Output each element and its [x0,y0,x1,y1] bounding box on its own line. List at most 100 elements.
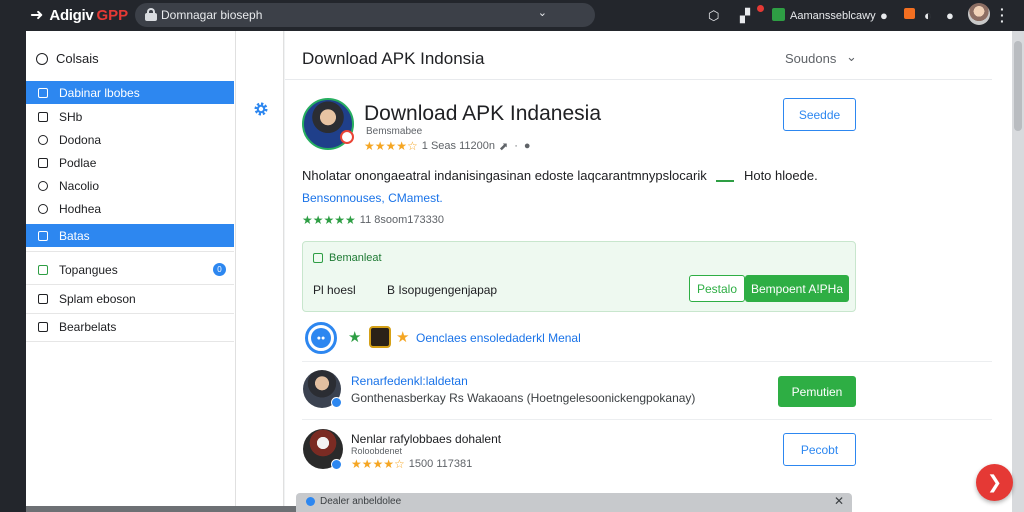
category-link[interactable]: Oenclaes ensoledaderkl Menal [416,331,581,345]
sidebar-item-0[interactable]: Dabinar lbobes [26,81,234,104]
user-icon [38,134,48,145]
gear-icon[interactable] [253,101,269,117]
user-avatar[interactable] [968,3,990,25]
chart-icon: ⬈ [499,140,509,153]
extension-label[interactable]: Aamansseblcawy [790,10,876,22]
row-divider [302,419,992,420]
shield-icon[interactable]: ● [880,8,888,23]
sidebar-item-3[interactable]: Podlae [26,151,234,174]
header-divider [285,79,992,80]
scrollbar[interactable] [1012,31,1024,512]
gear-icon [38,203,48,214]
sidebar-badge: 0 [213,263,226,276]
download-apk-button[interactable]: Bempoent A!PHa [745,275,849,302]
main-content: Download APK Indonsia Soudons ⌄ Download… [285,31,1012,512]
profile-dot-icon[interactable]: ● [946,8,954,23]
sidebar-divider [26,251,234,252]
chrome-badge-icon [340,130,354,144]
app-icon [38,264,48,275]
app-description: Nholatar onongaeatral indanisingasinan e… [302,168,818,183]
page-title: Download APK Indonsia [302,49,485,68]
list-item-title[interactable]: Nenlar rafylobbaes dohalent [351,432,501,446]
category-logo[interactable]: ●● [305,322,337,354]
download-bar: Dealer anbeldolee ✕ [296,493,852,512]
extension-orange-icon[interactable] [904,8,915,19]
download-bar-label[interactable]: Dealer anbeldolee [320,496,401,507]
scrollbar-thumb[interactable] [1014,41,1022,131]
info-icon [38,180,48,191]
left-strip [0,31,26,512]
sidebar-item-1[interactable]: SHb [26,105,234,128]
notification-dot [757,5,764,12]
sidebar-divider [26,313,234,314]
sort-dropdown[interactable]: Soudons [785,51,836,66]
sidebar: Colsais Dabinar lbobes SHb Dodona Podlae… [26,31,236,512]
dot-separator: · [514,140,518,152]
signal-icon [716,172,735,182]
list-item-button[interactable]: Pecobt [783,433,856,466]
download-box-title: Bemanleat [313,252,382,264]
app-subtitle: Bemsmabee [366,126,423,137]
sidebar-item-7[interactable]: Topangues 0 [26,258,234,281]
chevron-down-icon[interactable]: ⌄ [538,6,547,19]
info-icon[interactable]: ● [524,140,531,152]
app-logo[interactable]: ➜ Adigiv GPP [30,5,128,25]
list-item-title[interactable]: Renarfedenkl:laldetan [351,374,468,388]
address-bar[interactable]: Domnagar bioseph ⌄ [135,3,595,27]
star-rating-icon: ★★★★☆ [364,139,418,153]
preview-button[interactable]: Pestalo [689,275,745,302]
app-icon [302,98,354,150]
sidebar-title: Colsais [36,51,99,66]
check-icon [313,253,323,263]
puzzle-icon[interactable]: ⬡ [708,8,719,24]
box-icon [38,321,48,332]
logo-arrow-icon: ➜ [30,7,44,24]
rating-line: ★★★★★ 11 8soom173330 [302,213,444,227]
row-divider [302,361,992,362]
star-rating-icon: ★★★★☆ [351,457,405,471]
sidebar-item-4[interactable]: Nacolio [26,174,234,197]
app-rating: ★★★★☆ 1 Seas 11200n ⬈ · ● [364,139,531,153]
grid-icon [38,230,48,241]
game-icon[interactable] [369,326,391,348]
developer-link[interactable]: Bensonnouses, CMamest. [302,191,443,205]
lock-icon [145,8,157,21]
list-item-rating: ★★★★☆ 1500 117381 [351,457,473,471]
extensions-area: ⬡ [708,0,719,31]
compass-icon[interactable]: ◐ [924,8,932,23]
sidebar-divider [26,284,234,285]
sidebar-item-9[interactable]: Bearbelats [26,315,234,338]
bookmark-icon[interactable]: ▞ [740,8,750,24]
close-icon[interactable]: ✕ [834,494,844,508]
box-icon [38,157,48,168]
download-field-1: Pl hoesl [313,283,356,297]
sidebar-item-2[interactable]: Dodona [26,128,234,151]
globe-icon: ●● [311,328,331,348]
share-button[interactable]: Seedde [783,98,856,131]
extension-green-icon[interactable] [772,8,785,21]
edit-icon [38,111,48,122]
star-icon: ★ [348,329,362,346]
download-field-2: B Isopugengenjapap [387,283,498,297]
browser-topbar: ➜ Adigiv GPP Domnagar bioseph ⌄ ⬡ ▞ Aama… [0,0,1024,31]
chevron-down-icon[interactable]: ⌄ [846,49,857,65]
list-item-button[interactable]: Pemutien [778,376,856,407]
star-icon: ★ [396,329,410,346]
file-icon [306,497,315,506]
sidebar-item-8[interactable]: Splam eboson [26,287,234,310]
verified-icon [331,459,342,470]
url-text: Domnagar bioseph [161,8,263,22]
horizontal-scrollbar[interactable] [26,506,296,512]
list-item-subtitle: Roloobdenet [351,446,403,456]
settings-column [236,31,284,512]
more-menu-icon[interactable]: · · · [1000,2,1005,28]
edit-icon [38,87,48,98]
app-title: Download APK Indanesia [364,102,601,125]
logo-accent-text: GPP [96,6,129,24]
sidebar-item-6[interactable]: Batas [26,224,234,247]
sidebar-item-5[interactable]: Hodhea [26,197,234,220]
next-arrow-button[interactable]: ❯ [976,464,1013,501]
list-item-subtitle: Gonthenasberkay Rs Wakaoans (Hoetngeleso… [351,391,696,405]
logo-text: Adigiv [49,6,94,24]
compass-icon [36,52,48,65]
